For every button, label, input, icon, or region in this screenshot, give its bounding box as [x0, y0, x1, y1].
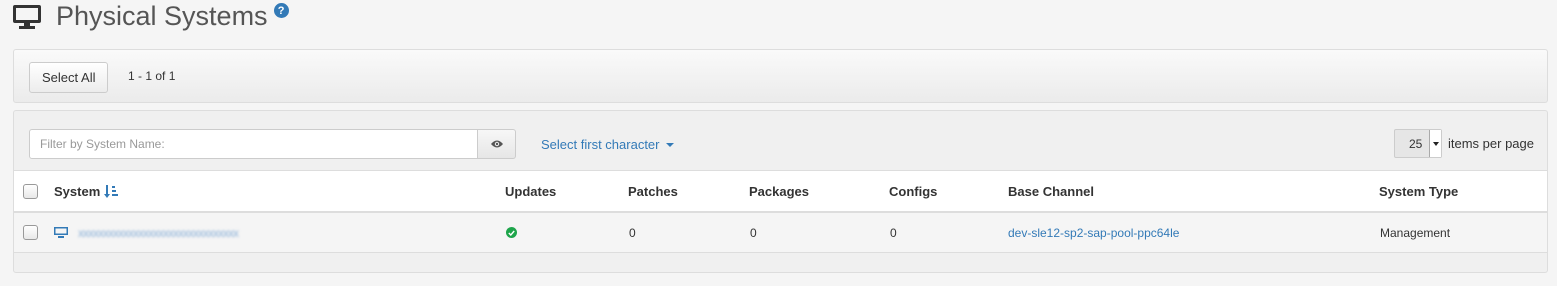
table-row: xxxxxxxxxxxxxxxxxxxxxxxxxxxxxxxx 0 0 0 d…: [14, 213, 1547, 253]
row-checkbox-cell: [23, 213, 38, 252]
select-first-character-label: Select first character: [541, 137, 660, 152]
table-header-row: System Updates Patches Packages Configs …: [14, 170, 1547, 213]
dropdown-arrow-icon: [1429, 130, 1441, 157]
filter-system-name-input[interactable]: [29, 129, 478, 159]
sort-ascending-icon: [104, 184, 119, 198]
select-all-button[interactable]: Select All: [29, 62, 109, 93]
base-channel-link[interactable]: dev-sle12-sp2-sap-pool-ppc64le: [1008, 226, 1179, 240]
items-per-page-select[interactable]: 25: [1394, 129, 1442, 158]
column-header-configs: Configs: [889, 183, 938, 199]
items-per-page-value: 25: [1409, 136, 1423, 151]
system-name-cell: xxxxxxxxxxxxxxxxxxxxxxxxxxxxxxxx: [54, 213, 239, 252]
column-header-label: System: [54, 183, 101, 199]
monitor-icon: [13, 5, 41, 29]
row-checkbox[interactable]: [23, 225, 38, 240]
system-type-cell: Management: [1380, 225, 1451, 240]
systems-table-panel: Select first character 25 items per page…: [13, 110, 1548, 273]
selection-toolbar: Select All 1 - 1 of 1: [13, 49, 1548, 103]
page-title: Physical Systems: [56, 1, 268, 31]
systems-table: System Updates Patches Packages Configs …: [14, 170, 1547, 253]
column-header-updates: Updates: [505, 183, 557, 199]
base-channel-cell: dev-sle12-sp2-sap-pool-ppc64le: [1008, 213, 1179, 252]
ok-check-icon: [506, 227, 517, 238]
system-name-link[interactable]: xxxxxxxxxxxxxxxxxxxxxxxxxxxxxxxx: [78, 226, 239, 240]
result-count: 1 - 1 of 1: [128, 69, 176, 83]
column-header-packages: Packages: [749, 183, 809, 199]
items-per-page-control: 25 items per page: [1394, 129, 1534, 158]
page-header: Physical Systems ?: [12, 0, 289, 34]
column-header-base-channel: Base Channel: [1008, 183, 1094, 199]
column-header-system[interactable]: System: [54, 171, 119, 211]
column-header-patches: Patches: [628, 183, 678, 199]
patches-cell: 0: [629, 225, 636, 240]
packages-cell: 0: [750, 225, 757, 240]
apply-filter-button[interactable]: [478, 129, 516, 159]
caret-down-icon: [665, 142, 674, 147]
filter-group: [29, 129, 516, 159]
select-first-character-dropdown[interactable]: Select first character: [541, 137, 674, 152]
select-all-checkbox-cell: [23, 171, 38, 211]
configs-cell: 0: [890, 225, 897, 240]
select-all-checkbox[interactable]: [23, 183, 38, 199]
help-icon[interactable]: ?: [273, 3, 289, 18]
eye-icon: [490, 140, 503, 148]
system-monitor-icon: [54, 227, 68, 238]
items-per-page-label: items per page: [1448, 136, 1534, 151]
updates-cell: [506, 213, 517, 252]
column-header-system-type: System Type: [1379, 183, 1459, 199]
